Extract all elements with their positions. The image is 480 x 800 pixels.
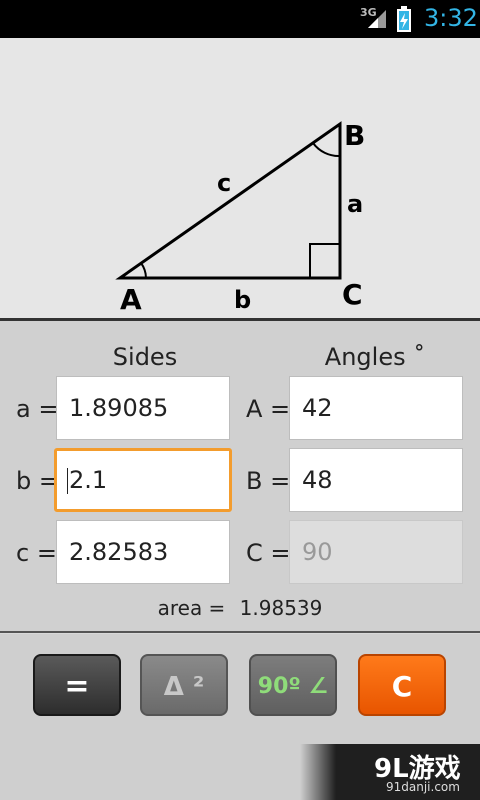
- triangle-shape: [115, 121, 342, 280]
- side-c-input[interactable]: 2.82583: [56, 520, 230, 584]
- sides-heading: Sides: [112, 343, 178, 371]
- status-bar: 3G 3:32: [0, 0, 480, 38]
- delta-squared-button[interactable]: Δ ²: [140, 654, 228, 716]
- watermark-site: 91danji.com: [386, 780, 460, 794]
- battery-charging-icon: [397, 6, 411, 32]
- equals-button[interactable]: =: [33, 654, 121, 716]
- side-c-label: c: [217, 169, 231, 197]
- angle-a-input[interactable]: 42: [289, 376, 463, 440]
- side-b-label: b: [234, 286, 251, 314]
- triangle-diagram: A B C a b c: [0, 38, 480, 318]
- side-b-value: 2.1: [69, 466, 108, 494]
- angle-b-input[interactable]: 48: [289, 448, 463, 512]
- signal-icon: [368, 10, 386, 28]
- input-panel: Sides Angles ˚ a = 1.89085 b = 2.1 c = 2…: [0, 321, 480, 631]
- triangle-svg: A B C a b c: [115, 119, 365, 316]
- vertex-b-label: B: [344, 119, 365, 152]
- side-a-input[interactable]: 1.89085: [56, 376, 230, 440]
- side-b-input[interactable]: 2.1: [54, 448, 232, 512]
- area-readout: area = 1.98539: [0, 596, 480, 620]
- side-c-field-label: c =: [16, 539, 57, 567]
- angle-b-arc: [312, 142, 341, 158]
- area-label: area =: [157, 596, 226, 620]
- area-value: 1.98539: [239, 596, 323, 620]
- side-a-field-label: a =: [16, 395, 59, 423]
- angles-heading: Angles ˚: [324, 343, 426, 371]
- side-b-field-label: b =: [16, 467, 59, 495]
- clock: 3:32: [424, 4, 478, 32]
- vertex-c-label: C: [342, 278, 363, 311]
- angle-c-input: 90: [289, 520, 463, 584]
- side-a-label: a: [347, 190, 363, 218]
- angle-a-arc: [140, 262, 147, 279]
- angle-b-field-label: B =: [246, 467, 291, 495]
- vertex-a-label: A: [120, 283, 142, 316]
- right-angle-marker: [309, 243, 341, 279]
- text-cursor: [67, 468, 68, 494]
- clear-button[interactable]: C: [358, 654, 446, 716]
- divider-bottom: [0, 631, 480, 633]
- angle-c-field-label: C =: [246, 539, 291, 567]
- watermark: 9L游戏 91danji.com: [300, 744, 480, 800]
- angle-a-field-label: A =: [246, 395, 291, 423]
- right-angle-button[interactable]: 90º ∠: [249, 654, 337, 716]
